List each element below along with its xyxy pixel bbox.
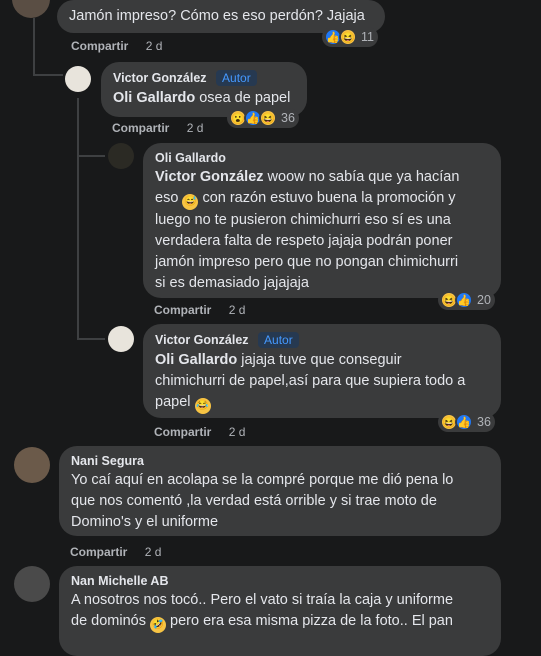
timestamp[interactable]: 2 d: [229, 303, 246, 317]
author-name[interactable]: Oli Gallardo: [155, 151, 489, 165]
share-button[interactable]: Compartir: [70, 545, 127, 559]
like-icon: 👍: [455, 413, 473, 431]
comment-actions: Compartir 2 d: [154, 425, 245, 439]
laugh-emoji-icon: 😂: [194, 398, 211, 414]
author-name[interactable]: Victor González: [155, 333, 249, 347]
reaction-count: 11: [361, 30, 374, 44]
mention-tag[interactable]: Victor González: [155, 169, 264, 185]
share-button[interactable]: Compartir: [154, 303, 211, 317]
timestamp[interactable]: 2 d: [146, 39, 163, 53]
avatar[interactable]: [12, 0, 50, 18]
comment-text: Victor González woow no sabía que ya hac…: [155, 169, 460, 291]
reaction-count: 20: [477, 293, 491, 307]
reaction-summary[interactable]: 👍 😆 11: [322, 27, 378, 47]
comment-actions: Compartir 2 d: [70, 545, 161, 559]
author-name[interactable]: Nan Michelle AB: [71, 574, 489, 588]
timestamp[interactable]: 2 d: [187, 121, 204, 135]
avatar[interactable]: [108, 143, 134, 169]
comment-actions: Compartir 2 d: [71, 39, 162, 53]
haha-icon: 😆: [259, 109, 277, 127]
thread-line: [33, 74, 63, 76]
grin-sweat-emoji-icon: 😅: [182, 194, 199, 210]
reaction-count: 36: [281, 111, 295, 125]
author-badge: Autor: [258, 332, 299, 348]
share-button[interactable]: Compartir: [154, 425, 211, 439]
comment-text: A nosotros nos tocó.. Pero el vato si tr…: [71, 590, 489, 633]
comment-bubble: Nani Segura Yo caí aquí en acolapa se la…: [59, 446, 501, 536]
comment-text: Jamón impreso? Cómo es eso perdón? Jajaj…: [69, 8, 365, 24]
reaction-summary[interactable]: 😆 👍 36: [438, 412, 495, 432]
thread-line: [77, 155, 105, 157]
comment-text: Oli Gallardo jajaja tuve que conseguir c…: [155, 350, 489, 414]
share-button[interactable]: Compartir: [71, 39, 128, 53]
reaction-count: 36: [477, 415, 491, 429]
author-name[interactable]: Victor González: [113, 71, 207, 85]
comment-actions: Compartir 2 d: [154, 303, 245, 317]
like-icon: 👍: [455, 291, 473, 309]
thread-line: [33, 18, 35, 76]
mention-tag[interactable]: Oli Gallardo: [113, 90, 195, 106]
comment-bubble: Victor González Autor Oli Gallardo jajaj…: [143, 324, 501, 418]
author-badge: Autor: [216, 70, 257, 86]
comment-actions: Compartir 2 d: [112, 121, 203, 135]
reaction-summary[interactable]: 😮 👍 😆 36: [227, 108, 299, 128]
comment-bubble: Nan Michelle AB A nosotros nos tocó.. Pe…: [59, 566, 501, 656]
thread-line: [77, 338, 105, 340]
haha-icon: 😆: [339, 28, 357, 46]
avatar[interactable]: [108, 326, 134, 352]
comment-bubble: Oli Gallardo Victor González woow no sab…: [143, 143, 501, 298]
timestamp[interactable]: 2 d: [145, 545, 162, 559]
avatar[interactable]: [14, 566, 50, 602]
timestamp[interactable]: 2 d: [229, 425, 246, 439]
avatar[interactable]: [14, 447, 50, 483]
avatar[interactable]: [65, 66, 91, 92]
author-name[interactable]: Nani Segura: [71, 454, 489, 468]
thread-line: [77, 98, 79, 338]
comment-text: Yo caí aquí en acolapa se la compré porq…: [71, 472, 454, 530]
mention-tag[interactable]: Oli Gallardo: [155, 352, 237, 368]
rofl-emoji-icon: 🤣: [150, 617, 166, 633]
reaction-summary[interactable]: 😆 👍 20: [438, 290, 495, 310]
share-button[interactable]: Compartir: [112, 121, 169, 135]
comment-text: Oli Gallardo osea de papel: [113, 90, 291, 106]
